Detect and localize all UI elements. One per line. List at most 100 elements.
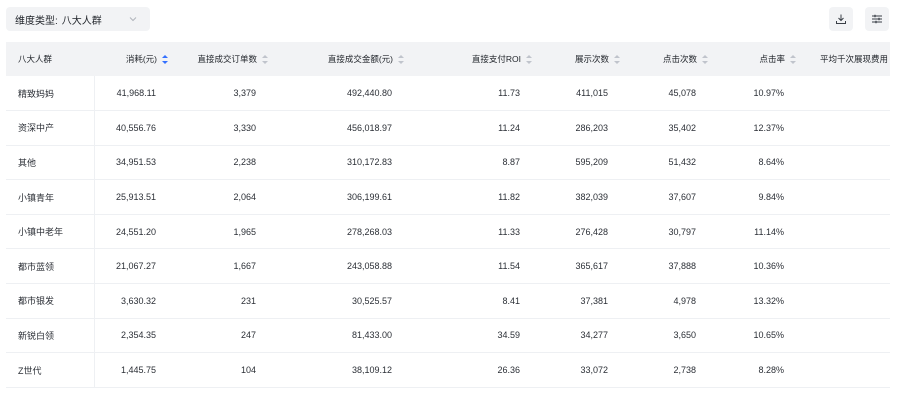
table-cell: 2,238 bbox=[180, 145, 280, 181]
table-cell: 45,078 bbox=[632, 76, 720, 112]
table-cell bbox=[808, 248, 890, 285]
table-cell: 11.73 bbox=[416, 76, 544, 112]
data-table-container[interactable]: 八大人群 消耗(元) 直接成交订单数 直接成交金额(元) 直接支付ROI 展示次数 点击次数… bbox=[6, 42, 890, 393]
table-cell: 34,951.53 bbox=[94, 145, 180, 181]
table-cell: 30,525.57 bbox=[280, 283, 416, 319]
table-cell: 25,913.51 bbox=[94, 179, 180, 215]
table-cell: 30,797 bbox=[632, 214, 720, 250]
table-cell: 21,067.27 bbox=[94, 248, 180, 285]
crowd-name-cell: 小镇中老年 bbox=[6, 214, 95, 250]
column-header-label: 消耗(元) bbox=[125, 54, 157, 64]
download-button[interactable] bbox=[829, 7, 853, 31]
column-settings-button[interactable] bbox=[865, 7, 889, 31]
column-header[interactable]: 直接成交金额(元) bbox=[280, 42, 416, 76]
table-row[interactable]: 资深中产 40,556.76 3,330 456,018.97 11.24 286,203… bbox=[6, 110, 890, 146]
table-cell: 37,888 bbox=[632, 248, 720, 285]
table-row[interactable]: 都市蓝领 21,067.27 1,667 243,058.88 11.54 365,617… bbox=[6, 248, 890, 285]
crowd-name-cell: 资深中产 bbox=[6, 110, 95, 146]
table-cell: 81,433.00 bbox=[280, 318, 416, 354]
column-header-label: 直接支付ROI bbox=[471, 54, 521, 64]
table-cell: 4,978 bbox=[632, 283, 720, 319]
column-header-label: 点击率 bbox=[759, 54, 785, 64]
table-cell bbox=[808, 283, 890, 319]
dimension-type-value: 八大人群 bbox=[61, 15, 102, 27]
table-cell: 492,440.80 bbox=[280, 76, 416, 112]
column-header: 八大人群 bbox=[6, 42, 94, 76]
table-cell: 365,617 bbox=[544, 248, 632, 285]
table-cell bbox=[808, 318, 890, 354]
table-cell: 1,965 bbox=[180, 214, 280, 250]
table-cell: 2,354.35 bbox=[94, 318, 180, 354]
sort-icon[interactable] bbox=[526, 55, 532, 65]
table-cell: 34,277 bbox=[544, 318, 632, 354]
toolbar: 维度类型: 八大人群 bbox=[0, 0, 902, 40]
table-cell: 33,072 bbox=[544, 352, 632, 388]
table-cell: 1,445.75 bbox=[94, 352, 180, 388]
sort-icon[interactable] bbox=[702, 55, 708, 65]
column-header-label: 平均千次展现费用 bbox=[820, 54, 889, 64]
crowd-name-cell: 新锐白领 bbox=[6, 318, 95, 354]
sort-icon[interactable] bbox=[790, 55, 796, 65]
table-cell: 37,381 bbox=[544, 283, 632, 319]
table-cell: 3,379 bbox=[180, 76, 280, 112]
table-cell: 247 bbox=[180, 318, 280, 354]
column-header[interactable]: 消耗(元) bbox=[94, 42, 180, 76]
table-cell: 456,018.97 bbox=[280, 110, 416, 146]
table-cell: 11.14% bbox=[720, 214, 808, 250]
table-cell bbox=[808, 110, 890, 146]
table-cell: 286,203 bbox=[544, 110, 632, 146]
table-cell: 411,015 bbox=[544, 76, 632, 112]
table-row[interactable]: 小镇青年 25,913.51 2,064 306,199.61 11.82 382,039… bbox=[6, 179, 890, 215]
table-cell: 382,039 bbox=[544, 179, 632, 215]
column-header[interactable]: 点击次数 bbox=[632, 42, 720, 76]
column-header[interactable]: 展示次数 bbox=[544, 42, 632, 76]
column-header-label: 八大人群 bbox=[18, 54, 53, 64]
table-cell: 278,268.03 bbox=[280, 214, 416, 250]
table-cell: 41,968.11 bbox=[94, 76, 180, 112]
table-row[interactable]: 精致妈妈 41,968.11 3,379 492,440.80 11.73 411,015… bbox=[6, 76, 890, 112]
crowd-name-cell: Z世代 bbox=[6, 352, 95, 388]
column-header-label: 直接成交金额(元) bbox=[327, 54, 393, 64]
table-cell: 13.32% bbox=[720, 283, 808, 319]
table-cell: 11.82 bbox=[416, 179, 544, 215]
chevron-down-icon bbox=[129, 17, 137, 22]
column-header-label: 点击次数 bbox=[662, 54, 697, 64]
table-row[interactable]: 都市银发 3,630.32 231 30,525.57 8.41 37,381 4,978 1… bbox=[6, 283, 890, 319]
table-row[interactable]: Z世代 1,445.75 104 38,109.12 26.36 33,072 2,738 8… bbox=[6, 352, 890, 388]
table-row[interactable]: 新锐白领 2,354.35 247 81,433.00 34.59 34,277 3,650… bbox=[6, 318, 890, 354]
table-cell: 51,432 bbox=[632, 145, 720, 181]
column-header-label: 展示次数 bbox=[574, 54, 609, 64]
column-header: 平均千次展现费用 bbox=[808, 42, 890, 76]
table-cell: 34.59 bbox=[416, 318, 544, 354]
table-cell: 38,109.12 bbox=[280, 352, 416, 388]
crowd-name-cell: 其他 bbox=[6, 145, 95, 181]
table-cell bbox=[808, 179, 890, 215]
column-header[interactable]: 点击率 bbox=[720, 42, 808, 76]
table-row[interactable]: 其他 34,951.53 2,238 310,172.83 8.87 595,209 51,… bbox=[6, 145, 890, 181]
table-cell: 8.28% bbox=[720, 352, 808, 388]
crowd-data-table: 八大人群 消耗(元) 直接成交订单数 直接成交金额(元) 直接支付ROI 展示次数 点击次数… bbox=[6, 42, 890, 388]
table-cell bbox=[808, 145, 890, 181]
table-cell: 310,172.83 bbox=[280, 145, 416, 181]
table-body: 精致妈妈 41,968.11 3,379 492,440.80 11.73 411,015… bbox=[6, 76, 890, 388]
table-header-row: 八大人群 消耗(元) 直接成交订单数 直接成交金额(元) 直接支付ROI 展示次数 点击次数… bbox=[6, 42, 890, 76]
table-cell: 595,209 bbox=[544, 145, 632, 181]
table-cell: 12.37% bbox=[720, 110, 808, 146]
sort-icon[interactable] bbox=[614, 55, 620, 65]
table-cell: 2,738 bbox=[632, 352, 720, 388]
table-cell: 40,556.76 bbox=[94, 110, 180, 146]
sort-icon[interactable] bbox=[398, 55, 404, 65]
table-cell: 3,330 bbox=[180, 110, 280, 146]
dimension-type-select[interactable]: 维度类型: 八大人群 bbox=[6, 7, 150, 31]
table-row[interactable]: 小镇中老年 24,551.20 1,965 278,268.03 11.33 276,42… bbox=[6, 214, 890, 250]
sliders-icon bbox=[872, 14, 882, 24]
sort-icon[interactable] bbox=[262, 55, 268, 65]
sort-icon[interactable] bbox=[162, 55, 168, 65]
table-cell: 24,551.20 bbox=[94, 214, 180, 250]
download-icon bbox=[836, 14, 846, 24]
table-cell: 2,064 bbox=[180, 179, 280, 215]
table-cell bbox=[808, 352, 890, 388]
crowd-name-cell: 精致妈妈 bbox=[6, 76, 95, 112]
column-header[interactable]: 直接成交订单数 bbox=[180, 42, 280, 76]
column-header[interactable]: 直接支付ROI bbox=[416, 42, 544, 76]
